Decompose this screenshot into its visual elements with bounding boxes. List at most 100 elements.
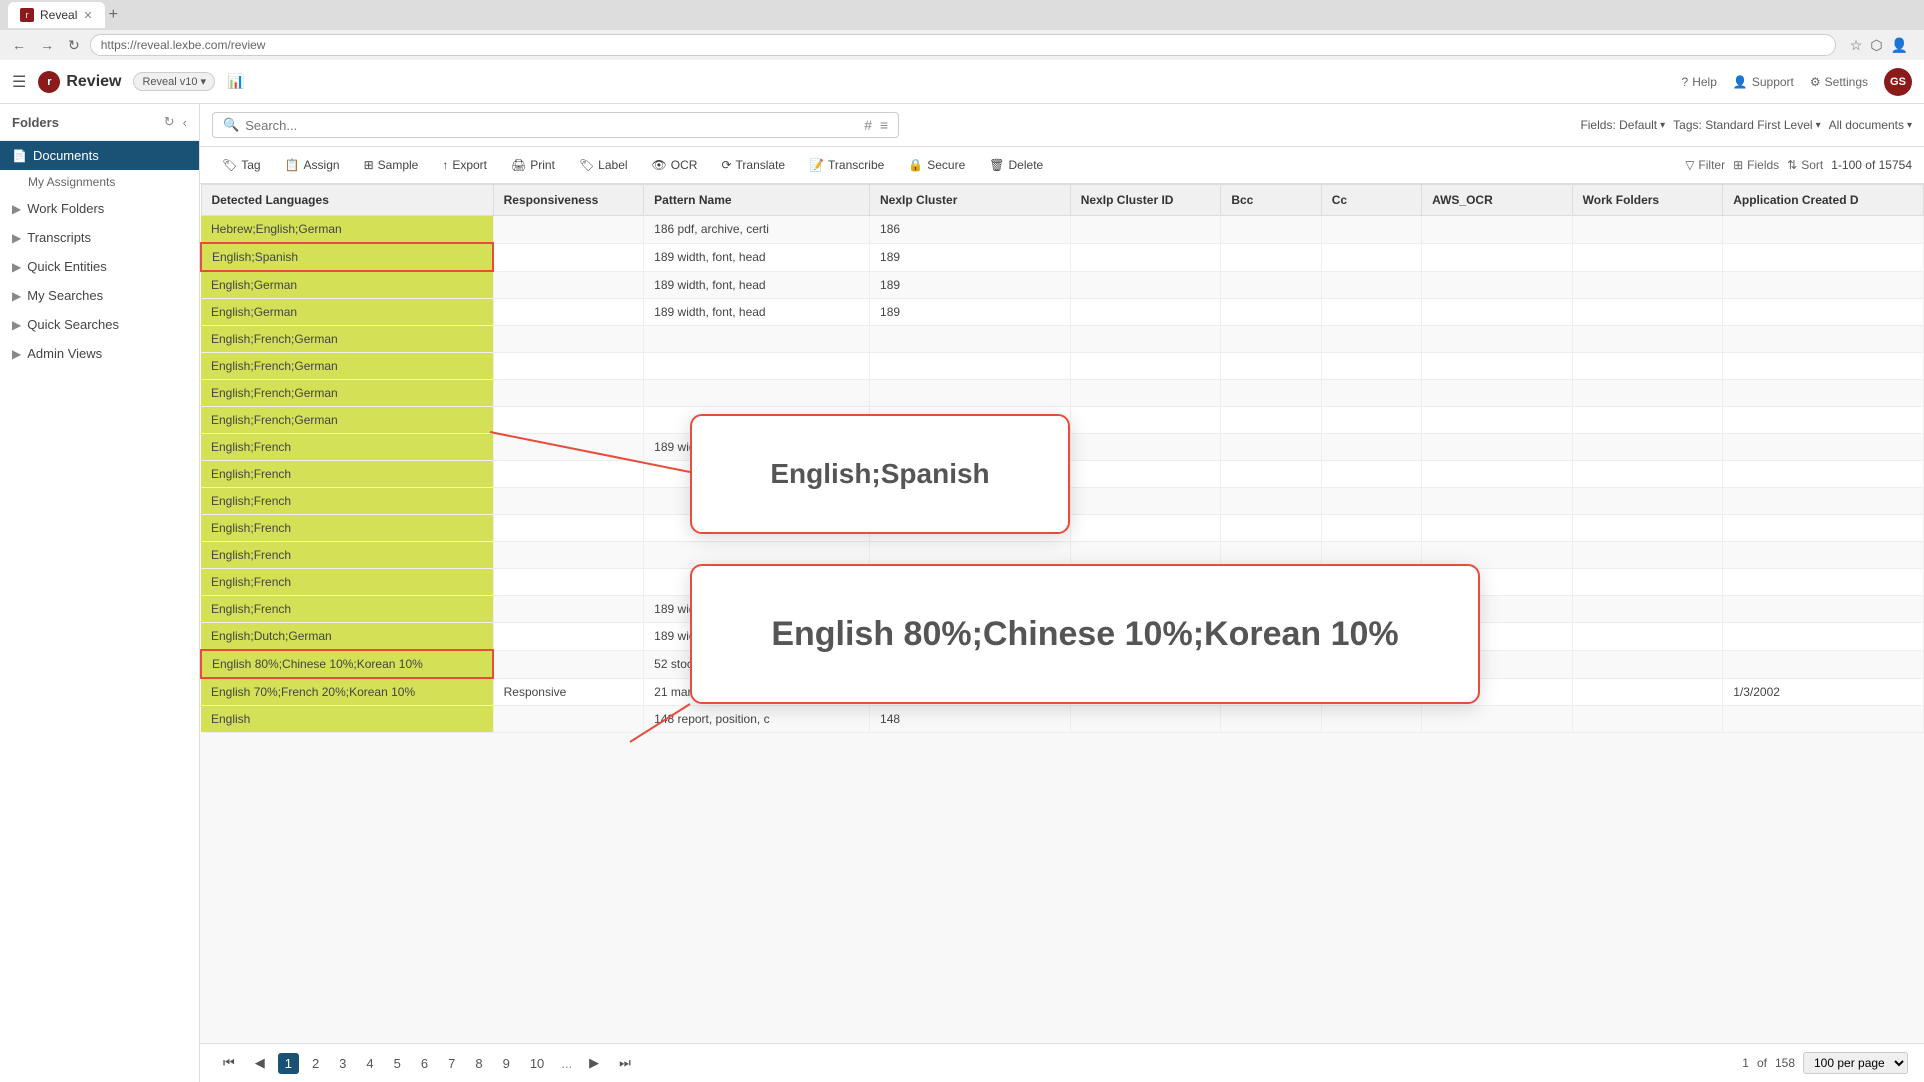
table-cell[interactable] xyxy=(1723,596,1924,623)
fields-button[interactable]: ⊞ Fields xyxy=(1733,158,1779,172)
table-row[interactable]: English;Spanish189 width, font, head189 xyxy=(201,243,1924,271)
table-cell[interactable] xyxy=(1723,326,1924,353)
table-row[interactable]: English;French xyxy=(201,542,1924,569)
table-cell[interactable] xyxy=(1572,461,1723,488)
table-cell[interactable]: 21 xyxy=(870,678,1071,706)
table-cell[interactable] xyxy=(1321,407,1421,434)
table-cell[interactable] xyxy=(1070,299,1221,326)
assign-button[interactable]: 📋 Assign xyxy=(275,153,350,177)
page-5[interactable]: 5 xyxy=(387,1053,408,1074)
detected-lang-cell[interactable]: English;French;German xyxy=(201,380,493,407)
table-cell[interactable] xyxy=(1221,299,1321,326)
table-cell[interactable] xyxy=(1070,515,1221,542)
detected-lang-cell[interactable]: Hebrew;English;German xyxy=(201,216,493,244)
sample-button[interactable]: ⊞ Sample xyxy=(354,153,429,177)
detected-lang-cell[interactable]: English;French;German xyxy=(201,353,493,380)
table-cell[interactable] xyxy=(1723,515,1924,542)
table-cell[interactable]: 189 xyxy=(870,271,1071,299)
first-page-button[interactable]: ⏮ xyxy=(216,1052,242,1074)
table-cell[interactable] xyxy=(1221,326,1321,353)
sidebar-item-transcripts[interactable]: ▶ Transcripts xyxy=(0,223,199,252)
detected-lang-cell[interactable]: English;French;German xyxy=(201,326,493,353)
table-cell[interactable] xyxy=(1422,678,1573,706)
page-7[interactable]: 7 xyxy=(441,1053,462,1074)
table-cell[interactable] xyxy=(1221,353,1321,380)
table-cell[interactable] xyxy=(1422,326,1573,353)
table-cell[interactable] xyxy=(1321,461,1421,488)
page-2[interactable]: 2 xyxy=(305,1053,326,1074)
table-cell[interactable] xyxy=(644,326,870,353)
table-cell[interactable] xyxy=(493,243,644,271)
table-cell[interactable] xyxy=(1321,515,1421,542)
table-cell[interactable] xyxy=(1070,461,1221,488)
table-cell[interactable]: 189 width, font, head xyxy=(644,596,870,623)
table-cell[interactable] xyxy=(493,299,644,326)
table-cell[interactable] xyxy=(1070,623,1221,651)
table-cell[interactable] xyxy=(1723,434,1924,461)
detected-lang-cell[interactable]: English 70%;French 20%;Korean 10% xyxy=(201,678,493,706)
table-cell[interactable] xyxy=(1572,623,1723,651)
table-cell[interactable] xyxy=(1422,650,1573,678)
table-cell[interactable] xyxy=(1723,243,1924,271)
table-cell[interactable] xyxy=(1422,569,1573,596)
table-cell[interactable] xyxy=(1221,678,1321,706)
detected-lang-cell[interactable]: English;French xyxy=(201,596,493,623)
version-dropdown[interactable]: Reveal v10 ▾ xyxy=(133,72,215,91)
print-button[interactable]: 🖨 Print xyxy=(501,153,565,177)
table-cell[interactable] xyxy=(493,434,644,461)
table-cell[interactable] xyxy=(1572,353,1723,380)
table-cell[interactable] xyxy=(644,515,870,542)
table-cell[interactable] xyxy=(1321,243,1421,271)
table-cell[interactable] xyxy=(1221,515,1321,542)
table-cell[interactable] xyxy=(493,596,644,623)
sidebar-item-quick-entities[interactable]: ▶ Quick Entities xyxy=(0,252,199,281)
table-cell[interactable] xyxy=(493,623,644,651)
settings-link[interactable]: ⚙ Settings xyxy=(1810,75,1868,89)
col-responsiveness[interactable]: Responsiveness xyxy=(493,185,644,216)
table-cell[interactable] xyxy=(1221,271,1321,299)
page-3[interactable]: 3 xyxy=(332,1053,353,1074)
table-cell[interactable] xyxy=(1572,542,1723,569)
table-cell[interactable]: 186 xyxy=(870,216,1071,244)
col-work-folders[interactable]: Work Folders xyxy=(1572,185,1723,216)
table-cell[interactable] xyxy=(1221,623,1321,651)
detected-lang-cell[interactable]: English 80%;Chinese 10%;Korean 10% xyxy=(201,650,493,678)
sidebar-item-my-assignments[interactable]: My Assignments xyxy=(0,170,199,194)
table-cell[interactable] xyxy=(1422,596,1573,623)
fields-dropdown[interactable]: Fields: Default ▾ xyxy=(1580,118,1665,132)
user-avatar[interactable]: GS xyxy=(1884,68,1912,96)
table-cell[interactable]: 189 width, font, head xyxy=(644,623,870,651)
sidebar-item-admin-views[interactable]: ▶ Admin Views xyxy=(0,339,199,368)
active-tab[interactable]: r Reveal ✕ xyxy=(8,2,105,28)
table-cell[interactable] xyxy=(1422,542,1573,569)
table-row[interactable]: English;German189 width, font, head189 xyxy=(201,299,1924,326)
prev-page-button[interactable]: ◀ xyxy=(248,1052,272,1074)
table-cell[interactable] xyxy=(1321,678,1421,706)
table-cell[interactable] xyxy=(1070,678,1221,706)
table-row[interactable]: English;Dutch;German189 width, font, hea… xyxy=(201,623,1924,651)
table-cell[interactable] xyxy=(870,569,1071,596)
table-row[interactable]: English 70%;French 20%;Korean 10%Respons… xyxy=(201,678,1924,706)
page-4[interactable]: 4 xyxy=(359,1053,380,1074)
table-cell[interactable] xyxy=(493,569,644,596)
secure-button[interactable]: 🔒 Secure xyxy=(898,153,975,177)
table-cell[interactable] xyxy=(1422,380,1573,407)
table-cell[interactable] xyxy=(1221,407,1321,434)
table-cell[interactable] xyxy=(870,380,1071,407)
col-nexlp-cluster-id[interactable]: NexIp Cluster ID xyxy=(1070,185,1221,216)
table-cell[interactable] xyxy=(1321,706,1421,733)
filter-options-icon[interactable]: ≡ xyxy=(880,117,888,133)
sidebar-collapse-icon[interactable]: ‹ xyxy=(183,115,187,130)
table-cell[interactable] xyxy=(1572,243,1723,271)
table-cell[interactable]: 189 width, font, head xyxy=(644,434,870,461)
col-nexlp-cluster[interactable]: NexIp Cluster xyxy=(870,185,1071,216)
table-cell[interactable] xyxy=(1422,243,1573,271)
col-pattern-name[interactable]: Pattern Name xyxy=(644,185,870,216)
tab-close-button[interactable]: ✕ xyxy=(83,9,92,22)
table-cell[interactable] xyxy=(1723,299,1924,326)
detected-lang-cell[interactable]: English;French xyxy=(201,461,493,488)
table-cell[interactable] xyxy=(1221,542,1321,569)
detected-lang-cell[interactable]: English xyxy=(201,706,493,733)
table-cell[interactable] xyxy=(1070,353,1221,380)
table-cell[interactable] xyxy=(1723,461,1924,488)
